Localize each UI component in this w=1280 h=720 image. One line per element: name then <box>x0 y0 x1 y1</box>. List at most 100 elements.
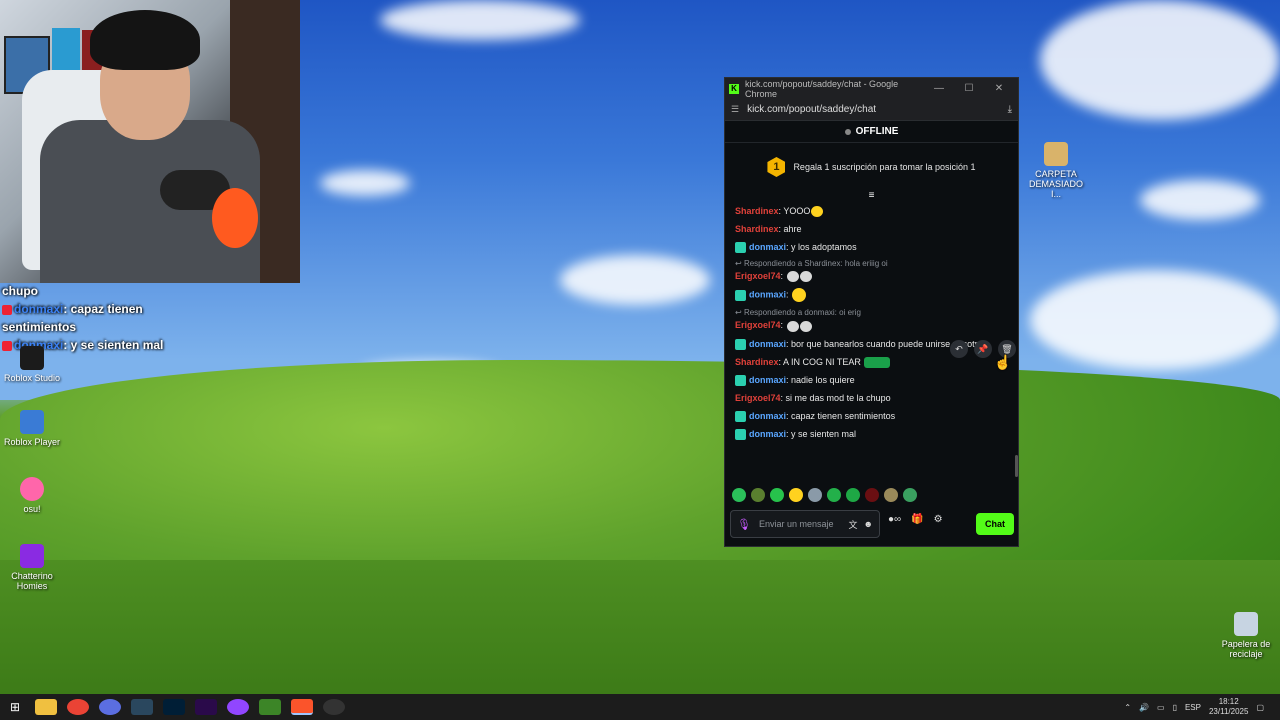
volume-icon[interactable]: 🔊 <box>1139 703 1149 712</box>
emote-icon[interactable] <box>846 488 860 502</box>
desktop-icon-label: CARPETA DEMASIADO I... <box>1028 169 1083 199</box>
username[interactable]: Shardinex <box>735 206 779 216</box>
maximize-button[interactable]: ☐ <box>954 83 984 94</box>
emote-icon <box>799 320 812 332</box>
emoji-icon[interactable]: ☻ <box>864 519 873 529</box>
download-icon[interactable]: ⤓ <box>1008 104 1012 115</box>
desktop-icon-osu[interactable]: osu! <box>2 477 62 514</box>
emote-icon[interactable] <box>884 488 898 502</box>
username[interactable]: donmaxi <box>749 375 786 385</box>
username[interactable]: donmaxi <box>749 411 786 421</box>
desktop-icon-recycle-bin[interactable]: Papelera de reciclaje <box>1216 612 1276 659</box>
desktop-icon-chatterino[interactable]: Chatterino Homies <box>2 544 62 591</box>
overlay-text: chupo <box>2 284 38 298</box>
minimize-button[interactable]: — <box>924 83 954 94</box>
username[interactable]: Shardinex <box>735 224 779 234</box>
reply-text: Respondiendo a Shardinex: hola eriiig oi <box>743 259 888 269</box>
desktop-icon-folder[interactable]: CARPETA DEMASIADO I... <box>1026 142 1086 199</box>
roblox-player-icon <box>20 410 44 434</box>
poster <box>52 28 80 70</box>
emote-icon <box>864 356 891 368</box>
gift-icon[interactable]: 🎁 <box>911 514 923 525</box>
overlay-text: : y se sienten mal <box>63 338 164 352</box>
emote-icon[interactable] <box>770 488 784 502</box>
photoshop-icon[interactable] <box>163 699 185 715</box>
overlay-line: sentimientos <box>2 318 302 336</box>
person-hair <box>90 10 200 70</box>
message-text: nadie los quiere <box>791 374 855 385</box>
username[interactable]: Erigxoel74 <box>735 320 781 330</box>
message-text: YOOO <box>783 206 811 216</box>
clock-date: 23/11/2025 <box>1208 707 1249 716</box>
file-explorer-icon[interactable] <box>35 699 57 715</box>
sub-badge-icon <box>735 411 746 422</box>
emote-icon[interactable] <box>751 488 765 502</box>
badge-icon <box>2 304 12 315</box>
username[interactable]: donmaxi <box>749 290 786 300</box>
message-text: ahre <box>783 224 802 235</box>
reply-context[interactable]: ↩ Respondiendo a Shardinex: hola eriiig … <box>735 259 1008 268</box>
input-placeholder: Enviar un mensaje <box>758 519 834 529</box>
brave-icon[interactable] <box>291 699 313 715</box>
username[interactable]: Erigxoel74 <box>735 271 781 281</box>
gift-sub-promo[interactable]: 1 Regala 1 suscripción para tomar la pos… <box>725 143 1018 191</box>
emote-icon <box>799 271 812 283</box>
clock[interactable]: 18:12 23/11/2025 <box>1209 697 1248 717</box>
minecraft-icon[interactable] <box>259 699 281 715</box>
emote-quickbar <box>732 488 917 502</box>
chat-input[interactable]: 🎙 Enviar un mensaje 文 ☻ <box>730 510 880 538</box>
username[interactable]: donmaxi <box>749 339 786 349</box>
status-text: OFFLINE <box>855 126 899 137</box>
desktop-icon-roblox-player[interactable]: Roblox Player <box>2 410 62 447</box>
reply-context[interactable]: ↩ Respondiendo a donmaxi: oi erig <box>735 308 1008 317</box>
reply-icon[interactable]: ↶ <box>950 340 968 358</box>
podcast-icon[interactable] <box>227 699 249 715</box>
emote-icon <box>811 206 824 218</box>
send-chat-button[interactable]: Chat <box>976 513 1014 535</box>
scrollbar[interactable] <box>1015 455 1018 477</box>
emote-icon[interactable] <box>827 488 841 502</box>
emote-icon[interactable] <box>789 488 803 502</box>
chat-actions: ●∞ 🎁 ⚙ <box>888 514 943 525</box>
close-button[interactable]: ✕ <box>984 83 1014 94</box>
username[interactable]: donmaxi <box>749 242 786 252</box>
language-indicator[interactable]: ESP <box>1185 703 1201 712</box>
windows-start-icon[interactable]: ⊞ <box>0 700 30 714</box>
steam-icon[interactable] <box>131 699 153 715</box>
network-icon[interactable]: ▭ <box>1157 703 1165 712</box>
collapse-icon[interactable]: ≡ <box>725 191 1018 201</box>
emote-icon[interactable] <box>732 488 746 502</box>
cloud <box>1030 270 1280 370</box>
obs-icon[interactable] <box>323 699 345 715</box>
pin-icon[interactable]: 📌 <box>974 340 992 358</box>
site-settings-icon[interactable]: ☰ <box>731 104 739 115</box>
notifications-icon[interactable]: ▢ <box>1256 703 1264 712</box>
chrome-icon[interactable] <box>67 699 89 715</box>
battery-icon[interactable]: ▯ <box>1173 703 1177 712</box>
chevron-up-icon[interactable]: ⌃ <box>1124 703 1131 712</box>
username[interactable]: Erigxoel74 <box>735 393 781 403</box>
chrome-profile-icon[interactable] <box>99 699 121 715</box>
points-icon[interactable]: ●∞ <box>888 514 901 525</box>
chat-message: donmaxi: capaz tienen sentimientos <box>735 410 1008 422</box>
emote-icon[interactable] <box>865 488 879 502</box>
sub-badge-icon <box>735 242 746 254</box>
emote-icon[interactable] <box>808 488 822 502</box>
recycle-bin-icon <box>1234 612 1258 636</box>
desktop-icon-label: Papelera de reciclaje <box>1221 639 1271 659</box>
translate-icon[interactable]: 文 <box>849 518 858 531</box>
premiere-icon[interactable] <box>195 699 217 715</box>
desktop-icon-roblox-studio[interactable]: Roblox Studio <box>2 346 62 383</box>
desktop-icon-label: Chatterino Homies <box>11 571 53 591</box>
emote-icon[interactable] <box>903 488 917 502</box>
url-text[interactable]: kick.com/popout/saddey/chat <box>747 104 1008 115</box>
title-bar: K kick.com/popout/saddey/chat - Google C… <box>725 78 1018 99</box>
username[interactable]: donmaxi <box>749 429 786 439</box>
message-text: capaz tienen sentimientos <box>791 410 896 421</box>
stream-chat-overlay: chupo donmaxi: capaz tienen sentimientos… <box>2 282 302 354</box>
chatterino-icon <box>20 544 44 568</box>
username[interactable]: Shardinex <box>735 357 779 367</box>
orange-toy <box>212 188 258 248</box>
microphone-icon[interactable]: 🎙 <box>737 518 751 531</box>
settings-gear-icon[interactable]: ⚙ <box>934 514 943 525</box>
